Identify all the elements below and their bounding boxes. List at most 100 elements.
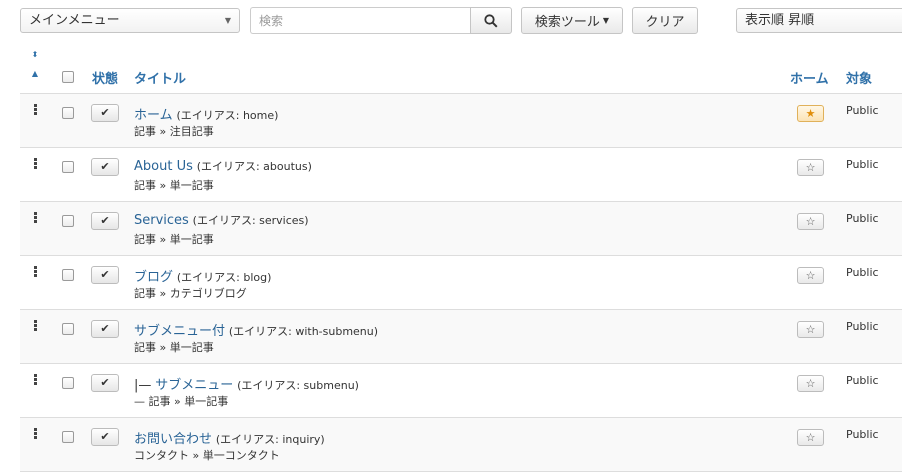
drag-handle-icon[interactable]	[34, 320, 38, 332]
check-icon: ✔	[100, 322, 110, 335]
table-row: ✔ About Us (エイリアス: aboutus) 記事 » 単一記事 ☆ Publ…	[20, 148, 902, 202]
drag-handle-icon[interactable]	[34, 212, 38, 224]
table-row: ✔ ブログ (エイリアス: blog) 記事 » カテゴリブログ ☆ Public	[20, 256, 902, 310]
item-title-link[interactable]: ブログ	[134, 270, 173, 285]
item-access: Public	[846, 158, 879, 171]
ordering-select[interactable]: 表示順 昇順	[736, 8, 902, 33]
item-type: 記事 » 単一記事	[134, 179, 214, 192]
title-cell: Services (エイリアス: services)	[134, 212, 309, 228]
home-toggle-button[interactable]: ☆	[797, 429, 824, 446]
clear-button[interactable]: クリア	[632, 7, 698, 34]
title-cell: サブメニュー付 (エイリアス: with-submenu)	[134, 320, 378, 339]
item-alias: (エイリアス: with-submenu)	[228, 325, 379, 338]
row-checkbox[interactable]	[62, 323, 74, 335]
home-toggle-button[interactable]: ☆	[797, 375, 824, 392]
row-checkbox[interactable]	[62, 107, 74, 119]
title-cell: ブログ (エイリアス: blog)	[134, 266, 271, 285]
drag-handle-icon[interactable]	[34, 104, 38, 116]
check-icon: ✔	[100, 268, 110, 281]
sort-both-icon: ⬍	[31, 50, 39, 59]
item-access: Public	[846, 266, 879, 279]
check-icon: ✔	[100, 376, 110, 389]
ordering-select-value: 表示順 昇順	[745, 13, 815, 28]
star-empty-icon: ☆	[805, 377, 816, 390]
check-icon: ✔	[100, 430, 110, 443]
item-access: Public	[846, 374, 879, 387]
home-toggle-button[interactable]: ☆	[797, 321, 824, 338]
item-title-link[interactable]: お問い合わせ	[134, 432, 212, 447]
item-type: — 記事 » 単一記事	[134, 395, 229, 408]
table-row: ✔ サブメニュー付 (エイリアス: with-submenu) 記事 » 単一記事 ☆…	[20, 310, 902, 364]
clear-label: クリア	[645, 15, 685, 30]
select-all-checkbox[interactable]	[62, 71, 74, 83]
home-toggle-button[interactable]: ★	[797, 105, 824, 122]
item-type: 記事 » 単一記事	[134, 233, 214, 246]
row-checkbox[interactable]	[62, 431, 74, 443]
menu-select[interactable]: メインメニュー ▼	[20, 8, 240, 33]
column-header-status[interactable]: 状態	[92, 68, 118, 87]
item-type: 記事 » 注目記事	[134, 125, 214, 138]
publish-toggle-button[interactable]: ✔	[91, 374, 119, 392]
title-cell: About Us (エイリアス: aboutus)	[134, 158, 312, 174]
level-prefix: |—	[134, 378, 152, 393]
search-tools-button[interactable]: 検索ツール ▼	[521, 7, 623, 34]
column-header-access[interactable]: 対象	[846, 68, 872, 87]
table-row: ✔ ホーム (エイリアス: home) 記事 » 注目記事 ★ Public	[20, 94, 902, 148]
search-icon	[484, 13, 498, 28]
search-button[interactable]	[470, 7, 512, 34]
item-alias: (エイリアス: aboutus)	[196, 160, 312, 173]
item-alias: (エイリアス: submenu)	[237, 379, 359, 392]
item-title-link[interactable]: サブメニュー付	[134, 324, 225, 339]
search-tools-label: 検索ツール	[534, 15, 600, 30]
column-header-home[interactable]: ホーム	[790, 68, 829, 87]
chevron-down-icon: ▼	[224, 16, 231, 25]
publish-toggle-button[interactable]: ✔	[91, 428, 119, 446]
item-access: Public	[846, 104, 879, 117]
drag-handle-icon[interactable]	[34, 158, 38, 170]
item-type: コンタクト » 単一コンタクト	[134, 449, 280, 462]
check-icon: ✔	[100, 214, 110, 227]
item-alias: (エイリアス: services)	[192, 214, 309, 227]
item-title-link[interactable]: Services	[134, 213, 189, 228]
item-title-link[interactable]: About Us	[134, 159, 193, 174]
star-empty-icon: ☆	[805, 323, 816, 336]
item-alias: (エイリアス: home)	[176, 109, 279, 122]
ordering-sort-toggle[interactable]: ⬍ ▲	[30, 50, 40, 78]
drag-handle-icon[interactable]	[34, 374, 38, 386]
item-title-link[interactable]: ホーム	[134, 108, 173, 123]
table-row: ✔ |— サブメニュー (エイリアス: submenu) — 記事 » 単一記事 ☆ P…	[20, 364, 902, 418]
row-checkbox[interactable]	[62, 269, 74, 281]
home-toggle-button[interactable]: ☆	[797, 213, 824, 230]
home-toggle-button[interactable]: ☆	[797, 267, 824, 284]
item-access: Public	[846, 212, 879, 225]
search-input[interactable]	[250, 7, 470, 34]
table-row: ✔ お問い合わせ (エイリアス: inquiry) コンタクト » 単一コンタクト ☆…	[20, 418, 902, 472]
home-toggle-button[interactable]: ☆	[797, 159, 824, 176]
star-empty-icon: ☆	[805, 431, 816, 444]
star-empty-icon: ☆	[805, 161, 816, 174]
item-type: 記事 » カテゴリブログ	[134, 287, 247, 300]
title-cell: ホーム (エイリアス: home)	[134, 104, 278, 123]
column-header-title[interactable]: タイトル	[134, 68, 186, 87]
publish-toggle-button[interactable]: ✔	[91, 320, 119, 338]
drag-handle-icon[interactable]	[34, 428, 38, 440]
title-cell: お問い合わせ (エイリアス: inquiry)	[134, 428, 325, 447]
item-alias: (エイリアス: inquiry)	[215, 433, 325, 446]
item-title-link[interactable]: サブメニュー	[155, 378, 233, 393]
row-checkbox[interactable]	[62, 377, 74, 389]
star-empty-icon: ☆	[805, 215, 816, 228]
check-icon: ✔	[100, 106, 110, 119]
item-access: Public	[846, 428, 879, 441]
publish-toggle-button[interactable]: ✔	[91, 212, 119, 230]
item-access: Public	[846, 320, 879, 333]
check-icon: ✔	[100, 160, 110, 173]
item-type: 記事 » 単一記事	[134, 341, 214, 354]
publish-toggle-button[interactable]: ✔	[91, 266, 119, 284]
publish-toggle-button[interactable]: ✔	[91, 158, 119, 176]
publish-toggle-button[interactable]: ✔	[91, 104, 119, 122]
caret-down-icon: ▼	[602, 16, 610, 25]
star-empty-icon: ☆	[805, 269, 816, 282]
row-checkbox[interactable]	[62, 215, 74, 227]
row-checkbox[interactable]	[62, 161, 74, 173]
drag-handle-icon[interactable]	[34, 266, 38, 278]
